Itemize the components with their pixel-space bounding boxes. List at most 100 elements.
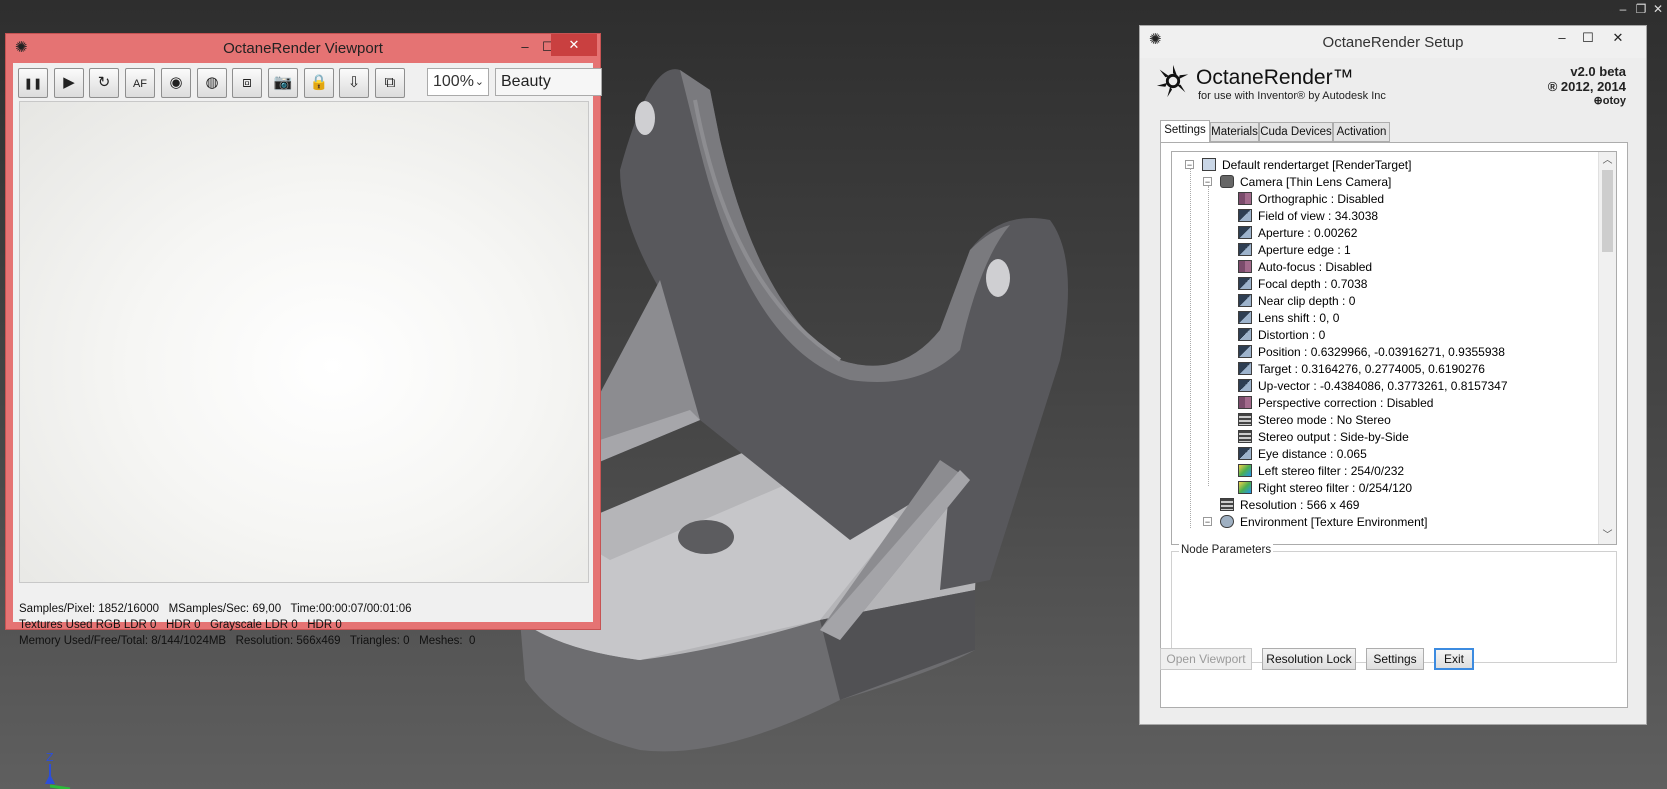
otoy-label: otoy [1602, 95, 1626, 107]
export-icon: ⇩ [347, 74, 361, 91]
tree-row[interactable]: Stereo output : Side-by-Side [1238, 428, 1409, 446]
tab-settings[interactable]: Settings [1160, 120, 1210, 142]
float-icon [1238, 379, 1252, 393]
zoom-select[interactable]: 100% ⌄ [427, 68, 489, 96]
tree-row[interactable]: Target : 0.3164276, 0.2774005, 0.6190276 [1238, 360, 1485, 378]
render-canvas[interactable] [19, 101, 589, 583]
float-icon [1238, 362, 1252, 376]
layers-button[interactable]: ⧉ [375, 68, 405, 98]
axis-z-label: Z [46, 752, 54, 764]
enum-icon [1238, 430, 1252, 444]
lock-button[interactable]: 🔒 [304, 68, 334, 98]
host-restore-button[interactable]: ❐ [1634, 2, 1648, 16]
settings-panel: − Default rendertarget [RenderTarget] − Cam… [1160, 142, 1628, 708]
tree-row[interactable]: Auto-focus : Disabled [1238, 258, 1372, 276]
resolution-lock-button[interactable]: Resolution Lock [1262, 648, 1356, 670]
tree-row-label: Perspective correction : Disabled [1258, 396, 1434, 410]
tree-row-label: Near clip depth : 0 [1258, 294, 1356, 308]
tab-cuda-devices[interactable]: Cuda Devices [1259, 122, 1333, 142]
tree-row-label: Focal depth : 0.7038 [1258, 277, 1368, 291]
tree-row[interactable]: Aperture : 0.00262 [1238, 224, 1357, 242]
tree-row[interactable]: Resolution : 566 x 469 [1220, 496, 1359, 514]
tree-row[interactable]: Stereo mode : No Stereo [1238, 411, 1391, 429]
save-image-button[interactable]: 📷 [268, 68, 298, 98]
tree-row[interactable]: Left stereo filter : 254/0/232 [1238, 462, 1404, 480]
tree-row[interactable]: Camera [Thin Lens Camera] [1220, 173, 1391, 191]
tree-row[interactable]: Eye distance : 0.065 [1238, 445, 1367, 463]
material-picker-button[interactable]: ◍ [197, 68, 227, 98]
setup-titlebar[interactable]: ✺ OctaneRender Setup – ☐ ✕ [1140, 26, 1646, 58]
tree-row[interactable]: Up-vector : -0.4384086, 0.3773261, 0.815… [1238, 377, 1508, 395]
tree-row-label: Lens shift : 0, 0 [1258, 311, 1340, 325]
scroll-up-icon[interactable]: ︿ [1599, 152, 1616, 169]
chevron-down-icon: ⌄ [474, 76, 484, 88]
open-viewport-button[interactable]: Open Viewport [1160, 648, 1252, 670]
tree-row[interactable]: Focal depth : 0.7038 [1238, 275, 1367, 293]
region-render-button[interactable]: ⧈ [232, 68, 262, 98]
host-close-button[interactable]: ✕ [1651, 2, 1665, 16]
float-icon [1238, 294, 1252, 308]
setup-minimize-button[interactable]: – [1548, 28, 1576, 48]
tab-activation[interactable]: Activation [1333, 122, 1390, 142]
pause-button[interactable]: ❚❚ [18, 68, 48, 98]
tree-expander-icon[interactable]: − [1203, 177, 1212, 187]
color-icon [1238, 481, 1252, 495]
tree-row[interactable]: Field of view : 34.3038 [1238, 207, 1378, 225]
tree-row-label: Default rendertarget [RenderTarget] [1222, 158, 1412, 172]
tree-row[interactable]: Near clip depth : 0 [1238, 292, 1355, 310]
stats-memory: Memory Used/Free/Total: 8/144/1024MB Res… [19, 635, 476, 647]
camera-icon [1220, 175, 1234, 189]
tree-row-label: Aperture edge : 1 [1258, 243, 1351, 257]
tree-row-label: Resolution : 566 x 469 [1240, 498, 1360, 512]
environment-icon [1220, 515, 1234, 529]
float-icon [1238, 226, 1252, 240]
tree-row[interactable]: Default rendertarget [RenderTarget] [1202, 156, 1411, 174]
octane-logo-icon [1156, 64, 1189, 98]
tree-row-label: Eye distance : 0.065 [1258, 447, 1367, 461]
viewport-close-button[interactable]: ✕ [551, 34, 597, 56]
node-tree[interactable]: − Default rendertarget [RenderTarget] − Cam… [1171, 151, 1617, 545]
stats-textures: Textures Used RGB LDR 0 HDR 0 Grayscale … [19, 619, 342, 631]
tree-scrollbar[interactable]: ︿ ﹀ [1598, 152, 1616, 544]
version-block: v2.0 beta ® 2012, 2014 [1548, 64, 1626, 94]
lock-icon: 🔒 [309, 74, 329, 91]
bool-icon [1238, 192, 1252, 206]
tree-row[interactable]: Environment [Texture Environment] [1220, 513, 1427, 531]
tree-row[interactable]: Right stereo filter : 0/254/120 [1238, 479, 1412, 497]
tree-row[interactable]: Aperture edge : 1 [1238, 241, 1351, 259]
float-icon [1238, 345, 1252, 359]
scroll-down-icon[interactable]: ﹀ [1599, 527, 1616, 544]
render-pass-select[interactable]: Beauty [495, 68, 602, 96]
tree-row-label: Field of view : 34.3038 [1258, 209, 1379, 223]
tree-row[interactable]: Distortion : 0 [1238, 326, 1325, 344]
tab-materials[interactable]: Materials [1210, 122, 1259, 142]
exit-button[interactable]: Exit [1434, 648, 1474, 670]
rendertarget-icon [1202, 158, 1216, 172]
restart-button[interactable]: ↻ [89, 68, 119, 98]
tree-guide-line [1190, 168, 1191, 528]
focus-picker-button[interactable]: AF [125, 68, 155, 98]
tree-row[interactable]: Perspective correction : Disabled [1238, 394, 1433, 412]
material-picker-icon: ◍ [205, 74, 219, 91]
tree-guide-line [1208, 186, 1209, 486]
node-parameters-group: Node Parameters [1171, 544, 1617, 663]
tree-row[interactable]: Position : 0.6329966, -0.03916271, 0.935… [1238, 343, 1505, 361]
save-image-icon: 📷 [273, 74, 293, 91]
viewport-titlebar[interactable]: ✺ OctaneRender Viewport – ☐ ✕ [6, 34, 600, 62]
settings-button[interactable]: Settings [1366, 648, 1424, 670]
cad-model-bracket [520, 69, 1068, 752]
tree-expander-icon[interactable]: − [1203, 517, 1212, 527]
play-icon: ▶ [63, 74, 75, 91]
tree-row[interactable]: Orthographic : Disabled [1238, 190, 1384, 208]
tree-row[interactable]: Lens shift : 0, 0 [1238, 309, 1339, 327]
export-button[interactable]: ⇩ [339, 68, 369, 98]
restart-icon: ↻ [97, 74, 111, 91]
float-icon [1238, 209, 1252, 223]
host-minimize-button[interactable]: – [1616, 2, 1630, 16]
white-balance-picker-button[interactable]: ◉ [161, 68, 191, 98]
scroll-thumb[interactable] [1602, 170, 1613, 252]
float-icon [1238, 328, 1252, 342]
play-button[interactable]: ▶ [54, 68, 84, 98]
setup-close-button[interactable]: ✕ [1598, 28, 1638, 48]
zoom-value: 100% [433, 73, 474, 90]
